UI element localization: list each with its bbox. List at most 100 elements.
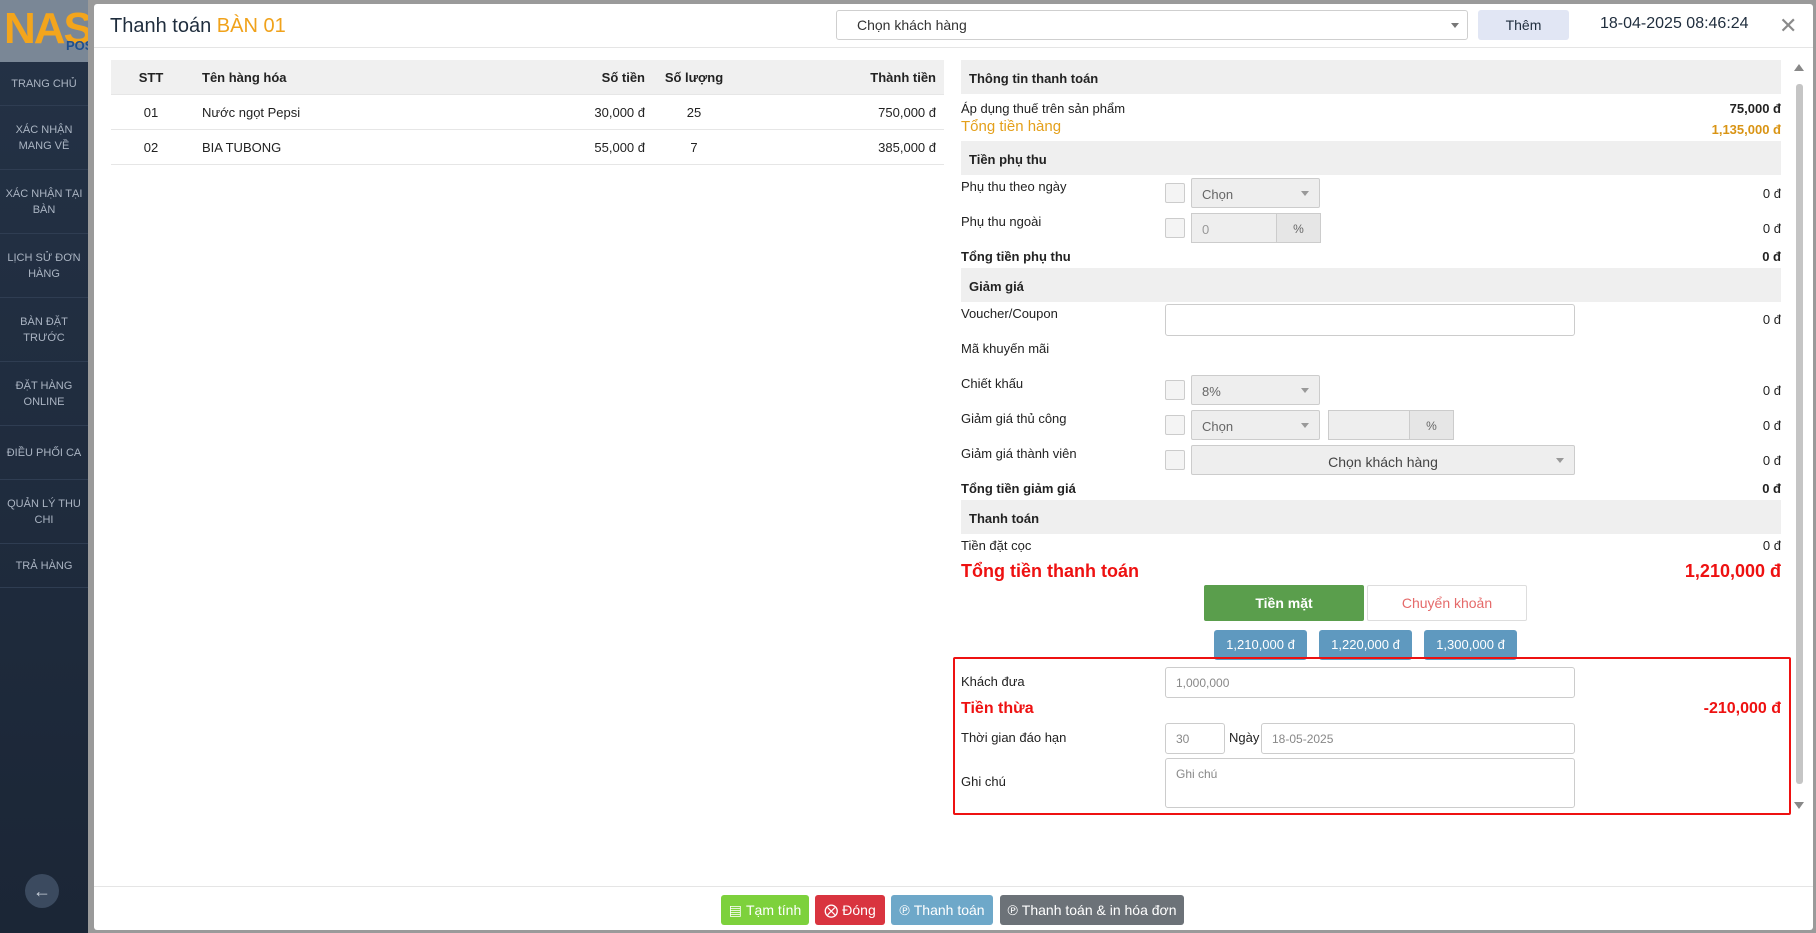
arrow-left-icon[interactable]: ← [25,874,59,908]
pay-print-label: Thanh toán & in hóa đơn [1021,902,1177,918]
surcharge-other-unit: % [1276,213,1321,243]
temp-calc-button[interactable]: ▤ Tạm tính [721,895,809,925]
sidebar-item-home[interactable]: TRANG CHỦ [0,62,88,106]
scroll-up-icon[interactable] [1794,64,1804,71]
modal-header: Thanh toán BÀN 01 Chọn khách hàng Thêm 1… [94,4,1813,48]
table-row[interactable]: 02 BIA TUBONG 55,000 đ 7 385,000 đ [111,130,944,165]
col-price: Số tiền [601,70,645,85]
rebate-select-label: 8% [1202,384,1221,399]
chevron-down-icon [1301,423,1309,428]
manual-discount-value: 0 đ [1762,418,1781,433]
cell-stt: 01 [143,105,159,120]
member-discount-checkbox[interactable] [1165,450,1185,470]
cell-name: BIA TUBONG [202,140,282,155]
sidebar: NAS POS TRANG CHỦ XÁC NHẬN MANG VỀ XÁC N… [0,0,88,933]
surcharge-total-value: 0 đ [1762,249,1781,264]
col-name: Tên hàng hóa [202,70,287,85]
cell-name: Nước ngọt Pepsi [202,105,301,120]
sidebar-item-cashflow[interactable]: QUẢN LÝ THU CHI [0,480,88,544]
logo: NAS POS [0,0,88,62]
table-header: STT Tên hàng hóa Số tiền Số lượng Thành … [111,60,944,95]
manual-discount-checkbox[interactable] [1165,415,1185,435]
cell-stt: 02 [143,140,159,155]
promo-label: Mã khuyến mãi [961,341,1050,356]
grand-total-label: Tổng tiền thanh toán [961,561,1139,581]
close-label: Đóng [842,902,876,918]
close-icon[interactable]: ✕ [1779,13,1797,39]
surcharge-other-value: 0 đ [1762,221,1781,236]
quick-amount-button[interactable]: 1,210,000 đ [1214,630,1307,660]
sidebar-item-takeaway[interactable]: XÁC NHẬN MANG VỀ [0,106,88,170]
tax-label: Áp dụng thuế trên sản phẩm [961,101,1126,116]
temp-calc-label: Tạm tính [745,902,802,918]
customer-select[interactable]: Chọn khách hàng [836,10,1468,40]
sidebar-item-shift[interactable]: ĐIỀU PHỐI CA [0,426,88,480]
deposit-label: Tiền đặt cọc [961,538,1032,553]
rebate-checkbox[interactable] [1165,380,1185,400]
voucher-label: Voucher/Coupon [961,306,1058,321]
scrollbar[interactable] [1793,60,1805,820]
manual-discount-input[interactable] [1328,410,1410,440]
sidebar-item-dinein[interactable]: XÁC NHẬN TẠI BÀN [0,170,88,234]
cell-price: 30,000 đ [594,105,645,120]
cell-total: 750,000 đ [878,105,936,120]
discount-total-value: 0 đ [1762,481,1781,496]
member-discount-value: 0 đ [1762,453,1781,468]
highlight-box [953,657,1791,815]
section-payment-info: Thông tin thanh toán [961,60,1781,94]
deposit-value: 0 đ [1762,538,1781,553]
logo-sub: POS [66,38,88,53]
rebate-select[interactable]: 8% [1191,375,1320,405]
sidebar-item-online[interactable]: ĐẶT HÀNG ONLINE [0,362,88,426]
sidebar-item-reservation[interactable]: BÀN ĐẶT TRƯỚC [0,298,88,362]
scroll-thumb[interactable] [1796,84,1803,784]
goods-total-label: Tổng tiền hàng [961,118,1062,135]
grand-total-value: 1,210,000 đ [1684,561,1781,581]
table-row[interactable]: 01 Nước ngọt Pepsi 30,000 đ 25 750,000 đ [111,95,944,130]
surcharge-other-label: Phụ thu ngoài [961,214,1042,229]
surcharge-day-checkbox[interactable] [1165,183,1185,203]
surcharge-day-select[interactable]: Chọn [1191,178,1320,208]
title-prefix: Thanh toán [110,15,212,37]
sidebar-item-returns[interactable]: TRẢ HÀNG [0,544,88,588]
member-discount-label: Giảm giá thành viên [961,446,1077,461]
manual-discount-select-label: Chọn [1202,419,1234,434]
order-table: STT Tên hàng hóa Số tiền Số lượng Thành … [111,60,944,165]
manual-discount-select[interactable]: Chọn [1191,410,1320,440]
scroll-down-icon[interactable] [1794,802,1804,809]
pay-print-button[interactable]: ℗ Thanh toán & in hóa đơn [1000,895,1184,925]
manual-discount-unit: % [1409,410,1454,440]
rebate-value: 0 đ [1762,383,1781,398]
surcharge-other-checkbox[interactable] [1165,218,1185,238]
bank-transfer-button[interactable]: Chuyển khoản [1367,585,1527,621]
member-customer-select-label: Chọn khách hàng [1328,454,1438,470]
col-total: Thành tiền [870,70,936,85]
quick-amount-button[interactable]: 1,220,000 đ [1319,630,1412,660]
chevron-down-icon [1451,23,1459,28]
member-customer-select[interactable]: Chọn khách hàng [1191,445,1575,475]
col-stt: STT [138,70,164,85]
goods-total-value: 1,135,000 đ [1711,122,1781,137]
surcharge-day-label: Phụ thu theo ngày [961,179,1067,194]
add-customer-button[interactable]: Thêm [1478,10,1569,40]
close-circle-icon: ⨂ [824,901,839,918]
modal-footer: ▤ Tạm tính ⨂ Đóng ℗ Thanh toán ℗ Thanh t… [94,886,1813,930]
manual-discount-label: Giảm giá thủ công [961,411,1067,426]
pay-button[interactable]: ℗ Thanh toán [891,895,993,925]
surcharge-other-input[interactable]: 0 [1191,213,1277,243]
voucher-input[interactable] [1165,304,1575,336]
section-discount: Giảm giá [961,268,1781,302]
tax-value: 75,000 đ [1729,101,1781,116]
cash-button[interactable]: Tiền mặt [1204,585,1364,621]
paypal-icon: ℗ [1007,902,1018,918]
quick-amount-button[interactable]: 1,300,000 đ [1424,630,1517,660]
discount-total-label: Tổng tiền giảm giá [961,481,1076,496]
title-table: BÀN 01 [216,15,286,37]
cell-qty: 25 [686,105,702,120]
close-button[interactable]: ⨂ Đóng [815,895,885,925]
voucher-value: 0 đ [1762,312,1781,327]
chevron-down-icon [1301,388,1309,393]
rebate-label: Chiết khấu [961,376,1024,391]
sidebar-item-history[interactable]: LỊCH SỬ ĐƠN HÀNG [0,234,88,298]
section-surcharge: Tiền phụ thu [961,141,1781,175]
